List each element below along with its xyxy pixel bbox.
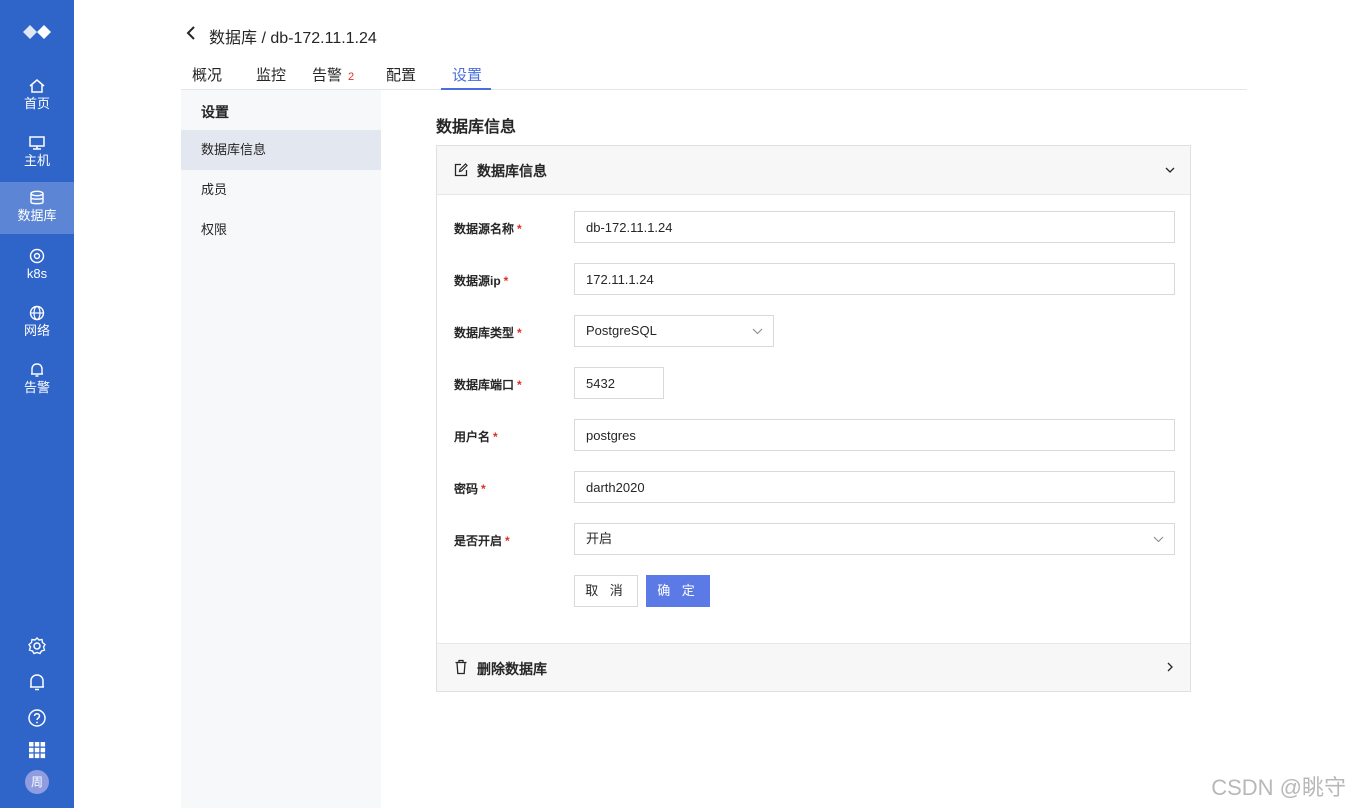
tab-config[interactable]: 配置 <box>386 64 416 85</box>
active-tab-indicator <box>441 88 491 90</box>
side-menu-title: 设置 <box>201 104 229 120</box>
nav-item-label: 首页 <box>23 96 50 111</box>
nav-item-k8s[interactable]: k8s <box>0 240 74 292</box>
tab-overview[interactable]: 概况 <box>192 64 222 85</box>
database-icon <box>30 190 44 205</box>
datasource-name-input[interactable] <box>574 211 1175 243</box>
tab-monitor[interactable]: 监控 <box>256 64 286 85</box>
gear-icon[interactable] <box>26 635 48 657</box>
settings-side-menu: 设置 数据库信息 成员 权限 <box>181 90 381 808</box>
monitor-icon <box>29 136 45 150</box>
breadcrumb: 数据库 / db-172.11.1.24 <box>209 30 377 47</box>
db-type-value: PostgreSQL <box>586 323 657 338</box>
globe-icon <box>29 305 45 321</box>
nav-item-label: 网络 <box>23 323 50 338</box>
k8s-icon <box>29 248 45 264</box>
field-label-db-type: 数据库类型 * <box>454 326 522 340</box>
apps-grid-icon[interactable] <box>26 739 48 761</box>
chevron-down-icon <box>752 328 763 335</box>
tab-alerts-label: 告警 <box>312 67 343 84</box>
cancel-button[interactable]: 取 消 <box>574 575 638 607</box>
db-port-input[interactable] <box>574 367 664 399</box>
db-type-select[interactable]: PostgreSQL <box>574 315 774 347</box>
datasource-ip-input[interactable] <box>574 263 1175 295</box>
confirm-button[interactable]: 确 定 <box>646 575 710 607</box>
field-label-ip: 数据源ip * <box>454 274 509 288</box>
field-label-enabled: 是否开启 * <box>454 534 510 548</box>
field-label-username: 用户名 * <box>454 430 498 444</box>
chevron-down-icon <box>1165 167 1175 173</box>
bell-icon[interactable] <box>26 671 48 693</box>
alert-count-badge: 2 <box>348 71 355 83</box>
db-info-panel-header[interactable]: 数据库信息 <box>437 146 1190 195</box>
avatar[interactable]: 周 <box>25 770 49 794</box>
chevron-right-icon <box>1167 662 1173 672</box>
field-label-port: 数据库端口 * <box>454 378 522 392</box>
db-info-panel: 数据库信息 数据源名称* 数据源ip* 数据库类型* PostgreSQL 数据… <box>436 145 1191 692</box>
nav-item-label: 数据库 <box>17 208 57 223</box>
nav-item-label: k8s <box>26 266 48 281</box>
page-title: 数据库信息 <box>436 119 517 136</box>
nav-item-database[interactable]: 数据库 <box>0 182 74 234</box>
edit-icon <box>454 163 468 177</box>
tab-alerts[interactable]: 告警 2 <box>312 64 354 85</box>
left-nav: 首页 主机 数据库 k8s 网络 告警 周 <box>0 0 74 808</box>
enabled-select[interactable]: 开启 <box>574 523 1175 555</box>
nav-item-network[interactable]: 网络 <box>0 297 74 349</box>
field-label-password: 密码 * <box>454 482 486 496</box>
tab-settings[interactable]: 设置 <box>452 64 482 85</box>
password-input[interactable] <box>574 471 1175 503</box>
side-item-members[interactable]: 成员 <box>181 170 381 210</box>
panel-title: 数据库信息 <box>477 163 547 179</box>
nav-item-home[interactable]: 首页 <box>0 70 74 122</box>
home-icon <box>29 79 45 93</box>
back-arrow-icon[interactable] <box>184 25 198 41</box>
delete-db-panel-header[interactable]: 删除数据库 <box>437 643 1190 691</box>
watermark: CSDN @眺守 <box>1211 775 1346 800</box>
side-item-permissions[interactable]: 权限 <box>181 210 381 250</box>
nav-item-label: 主机 <box>23 153 50 168</box>
enabled-value: 开启 <box>586 531 613 546</box>
side-item-db-info[interactable]: 数据库信息 <box>181 130 381 170</box>
help-icon[interactable] <box>26 707 48 729</box>
chevron-down-icon <box>1153 536 1164 543</box>
tab-bar: 概况 监控 告警 2 配置 设置 <box>181 58 1247 90</box>
delete-db-title: 删除数据库 <box>477 661 547 677</box>
bell-icon <box>31 363 43 377</box>
field-label-name: 数据源名称 * <box>454 222 522 236</box>
app-logo-icon[interactable] <box>21 16 53 48</box>
trash-icon <box>455 659 467 675</box>
nav-item-label: 告警 <box>23 380 50 395</box>
nav-item-host[interactable]: 主机 <box>0 127 74 179</box>
nav-item-alerts[interactable]: 告警 <box>0 354 74 406</box>
username-input[interactable] <box>574 419 1175 451</box>
